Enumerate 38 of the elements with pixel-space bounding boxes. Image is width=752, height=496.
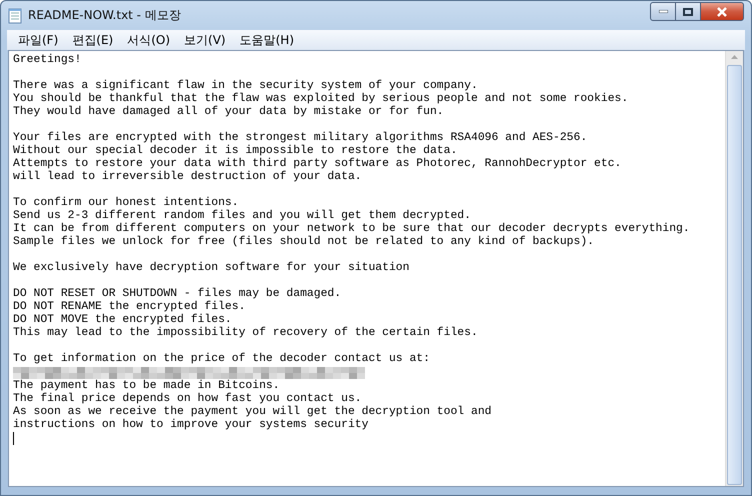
maximize-button[interactable] xyxy=(675,2,701,21)
text-line: To confirm our honest intentions. xyxy=(13,197,240,210)
text-line: Greetings! xyxy=(13,54,82,67)
text-line: DO NOT RESET OR SHUTDOWN - files may be damaged. xyxy=(13,288,342,300)
menu-item[interactable]: 편집(E) xyxy=(65,30,120,50)
menu-item[interactable]: 도움말(H) xyxy=(232,30,301,50)
text-line: will lead to irreversible destruction of your data. xyxy=(13,171,363,184)
window-title: README-NOW.txt - 메모장 xyxy=(28,7,182,24)
minimize-icon xyxy=(658,10,668,13)
text-line: There was a significant flaw in the security system of your company. xyxy=(13,80,479,92)
vertical-scrollbar[interactable] xyxy=(725,51,743,486)
text-line: DO NOT MOVE the encrypted files. xyxy=(13,314,233,326)
text-line: We exclusively have decryption software for your situation xyxy=(13,262,410,275)
text-line: instructions on how to improve your systems security xyxy=(13,419,370,432)
text-line: They would have damaged all of your data by mistake or for fun. xyxy=(13,106,445,119)
text-line: The payment has to be made in Bitcoins. xyxy=(13,380,281,392)
text-line: It can be from different computers on your network to be sure that our decoder decrypts everything. xyxy=(13,223,691,236)
close-icon xyxy=(716,6,728,16)
text-cursor xyxy=(13,432,14,445)
text-line: To get information on the price of the decoder contact us at: xyxy=(13,353,431,366)
minimize-button[interactable] xyxy=(650,2,676,21)
text-line: The final price depends on how fast you contact us. xyxy=(13,393,363,406)
text-line: Attempts to restore your data with third party software as Photorec, RannohDecryptor etc. xyxy=(13,158,622,170)
text-line: This may lead to the impossibility of recovery of the certain files. xyxy=(13,327,479,340)
menu-item[interactable]: 파일(F) xyxy=(11,30,66,50)
close-button[interactable] xyxy=(700,2,744,21)
text-line: DO NOT RENAME the encrypted files. xyxy=(13,301,246,314)
text-line: Sample files we unlock for free (files should not be related to any kind of backups). xyxy=(13,236,596,249)
text-line: Without our special decoder it is impossible to restore the data. xyxy=(13,145,458,158)
text-line: You should be thankful that the flaw was exploited by serious people and not some rookies. xyxy=(13,93,630,106)
scroll-thumb[interactable] xyxy=(727,65,742,485)
menu-item[interactable]: 보기(V) xyxy=(177,30,233,50)
text-line: Your files are encrypted with the strongest military algorithms RSA4096 and AES-256. xyxy=(13,132,588,144)
text-line: Send us 2-3 different random files and you will get them decrypted. xyxy=(13,210,472,222)
notepad-icon xyxy=(8,8,22,24)
menu-item[interactable]: 서식(O) xyxy=(120,30,178,50)
text-line: As soon as we receive the payment you will get the decryption tool and xyxy=(13,406,492,418)
maximize-icon xyxy=(683,8,693,16)
